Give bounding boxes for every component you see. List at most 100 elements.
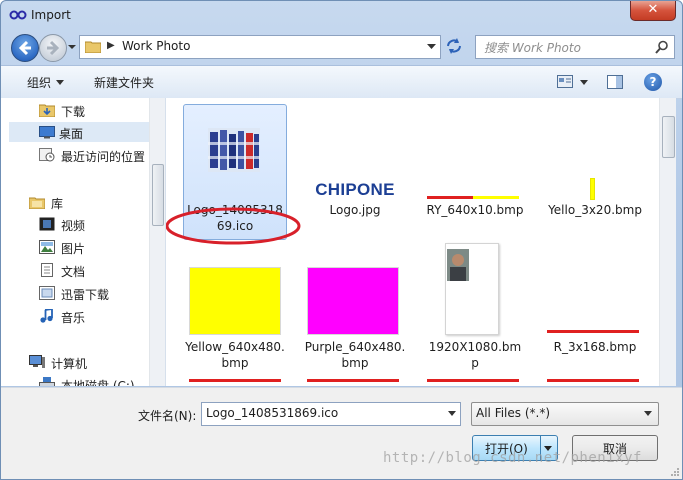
recent-pages-dropdown-icon[interactable]	[67, 43, 77, 51]
sidebar-item-recent-places[interactable]: 最近访问的位置	[1, 145, 149, 165]
computer-icon	[29, 355, 45, 368]
address-bar[interactable]: ▶ Work Photo	[79, 35, 441, 59]
sidebar-item-label: 库	[51, 197, 64, 211]
file-list-scrollbar[interactable]	[659, 98, 676, 386]
photo-thumbnail	[445, 243, 499, 335]
navigation-bar: ▶ Work Photo 搜索 Work Photo	[1, 31, 682, 63]
recent-places-icon	[39, 148, 55, 162]
file-yello-bmp[interactable]: Yello_3x20.bmp	[543, 104, 647, 224]
organize-menu[interactable]: 组织	[27, 74, 65, 91]
partial-file-thumbnail	[427, 379, 519, 382]
sidebar-item-desktop[interactable]: 桌面	[9, 122, 149, 142]
file-name: p	[471, 356, 479, 370]
partial-file-thumbnail	[189, 379, 281, 382]
sidebar-item-label: 迅雷下载	[61, 288, 110, 302]
thunder-download-icon	[39, 286, 55, 300]
new-folder-button[interactable]: 新建文件夹	[94, 74, 154, 91]
file-type-select[interactable]: All Files (*.*)	[471, 402, 659, 426]
title-bar[interactable]: Import ✕	[1, 1, 682, 31]
sidebar-item-label: 图片	[61, 242, 86, 256]
file-name: Purple_640x480.	[304, 340, 406, 354]
file-yellow-bmp[interactable]: Yellow_640x480. bmp	[183, 243, 287, 373]
red-line-thumbnail	[547, 330, 639, 333]
file-logo-jpg[interactable]: CHIPONE Logo.jpg	[303, 104, 407, 224]
sidebar-item-local-disk[interactable]: 本地磁盘 (C:)	[1, 374, 149, 386]
file-list-scrollbar-thumb[interactable]	[662, 116, 675, 158]
view-options-dropdown-icon[interactable]	[580, 80, 588, 85]
change-view-icon[interactable]	[557, 75, 573, 88]
sidebar-item-thunder-downloads[interactable]: 迅雷下载	[1, 283, 149, 303]
pictures-library-icon	[39, 240, 55, 254]
sidebar-item-videos[interactable]: 视频	[1, 214, 149, 234]
sidebar-item-documents[interactable]: 文档	[1, 260, 149, 280]
sidebar-item-label: 最近访问的位置	[61, 150, 146, 164]
person-photo-icon	[447, 249, 469, 281]
sidebar-item-label: 音乐	[61, 311, 86, 325]
sidebar-item-label: 计算机	[51, 357, 88, 371]
file-r-bmp[interactable]: R_3x168.bmp	[543, 243, 647, 373]
chevron-down-icon	[56, 80, 65, 85]
file-name: Logo.jpg	[329, 203, 381, 217]
sidebar-item-computer[interactable]: 计算机	[1, 352, 149, 372]
sidebar-scrollbar[interactable]	[149, 98, 165, 386]
purple-thumbnail	[307, 267, 399, 335]
sidebar-item-label: 下载	[61, 105, 86, 119]
download-folder-icon	[39, 104, 55, 117]
sidebar-item-pictures[interactable]: 图片	[1, 237, 149, 257]
sidebar-item-music[interactable]: 音乐	[1, 306, 149, 326]
file-1920x1080-bmp[interactable]: 1920X1080.bm p	[423, 243, 527, 373]
sidebar-item-libraries[interactable]: 库	[1, 192, 149, 212]
refresh-icon[interactable]	[445, 37, 463, 55]
window-title: Import	[31, 8, 71, 22]
address-dropdown-icon[interactable]	[427, 44, 436, 50]
file-name: Yello_3x20.bmp	[548, 203, 642, 217]
help-icon[interactable]: ?	[644, 73, 662, 91]
partial-file-thumbnail	[547, 379, 639, 382]
video-library-icon	[39, 217, 55, 231]
organize-label: 组织	[27, 76, 52, 90]
command-toolbar: 组织 新建文件夹 ?	[1, 65, 682, 99]
library-icon	[29, 197, 45, 209]
file-list: Logo_14085318 69.ico CHIPONE Logo.jpg RY…	[166, 98, 659, 386]
folder-icon	[85, 41, 101, 53]
desktop-icon	[39, 126, 55, 139]
back-button[interactable]	[11, 34, 39, 62]
arrow-left-icon	[18, 40, 31, 56]
file-purple-bmp[interactable]: Purple_640x480. bmp	[303, 243, 407, 373]
bottom-panel: 文件名(N): Logo_1408531869.ico All Files (*…	[1, 387, 682, 479]
red-bar-thumbnail	[427, 196, 473, 199]
search-icon[interactable]	[655, 40, 669, 54]
red-circle-annotation	[166, 207, 301, 245]
sidebar-item-label: 文档	[61, 265, 86, 279]
resize-grip-icon[interactable]	[670, 467, 680, 477]
sidebar-scrollbar-thumb[interactable]	[152, 164, 164, 226]
forward-button[interactable]	[39, 34, 67, 62]
file-name: bmp	[221, 356, 249, 370]
file-name: R_3x168.bmp	[553, 340, 637, 354]
filename-dropdown-icon[interactable]	[448, 411, 456, 416]
filename-value: Logo_1408531869.ico	[206, 406, 339, 420]
chevron-down-icon	[644, 411, 652, 416]
preview-pane-icon[interactable]	[607, 75, 623, 89]
sidebar-item-downloads[interactable]: 下载	[1, 100, 149, 120]
breadcrumb-work-photo[interactable]: Work Photo	[122, 39, 190, 53]
search-input[interactable]: 搜索 Work Photo	[475, 35, 675, 59]
yellow-thumbnail	[189, 267, 281, 335]
search-placeholder: 搜索 Work Photo	[484, 41, 581, 55]
navigation-pane: 下载 桌面 最近访问的位置 库 视频 图片 文档 迅雷下载 音乐 计算机 本地磁…	[1, 98, 166, 386]
filename-label: 文件名(N):	[138, 409, 197, 423]
documents-library-icon	[41, 263, 53, 277]
app-icon	[9, 10, 27, 20]
file-name: bmp	[341, 356, 369, 370]
import-dialog: Import ✕ ▶ Work Photo 搜索 Work Photo 组织 新…	[0, 0, 683, 480]
file-name: 1920X1080.bm	[428, 340, 522, 354]
watermark-text: http://blog.csdn.net/phenixyf	[383, 450, 642, 466]
blurred-logo-thumbnail	[208, 128, 260, 172]
sidebar-item-label: 桌面	[59, 127, 84, 141]
chipone-logo-thumbnail: CHIPONE	[315, 180, 395, 199]
arrow-right-icon	[47, 40, 60, 56]
breadcrumb-chevron-icon[interactable]: ▶	[107, 40, 115, 51]
close-button[interactable]: ✕	[630, 1, 676, 21]
filename-input[interactable]: Logo_1408531869.ico	[201, 402, 461, 426]
file-ry-bmp[interactable]: RY_640x10.bmp	[423, 104, 527, 224]
